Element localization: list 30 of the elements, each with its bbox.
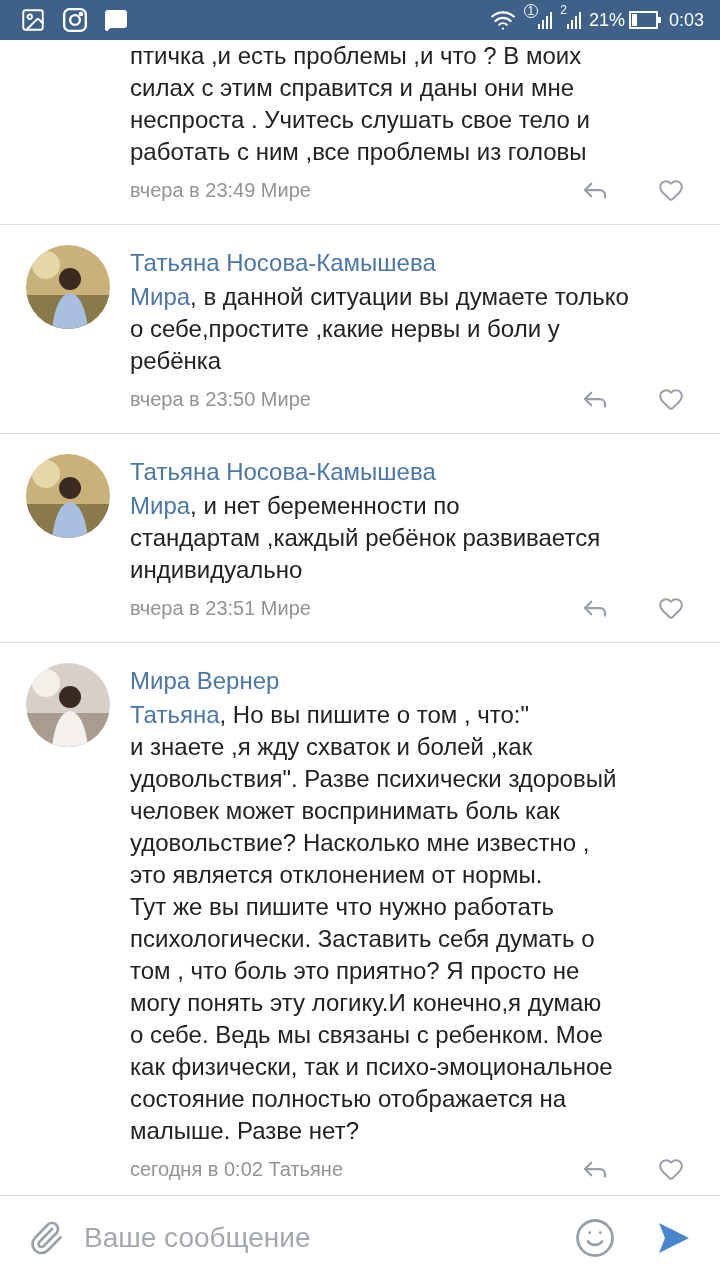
mention-link[interactable]: Мира: [130, 283, 191, 310]
battery-icon: [628, 11, 661, 29]
comment-text: птичка ,и есть проблемы ,и что ? В моих силах с этим справится и даны они мне неспроста . Учитесь слушать свое тело и работать с ним ,все проблемы из головы: [130, 41, 591, 167]
signal-icon: [566, 11, 581, 29]
like-icon[interactable]: [658, 386, 684, 412]
like-icon[interactable]: [658, 1156, 684, 1182]
image-icon: [20, 7, 46, 33]
chat-icon: [104, 8, 128, 32]
signal-icon: [538, 11, 553, 29]
emoji-icon[interactable]: [574, 1217, 616, 1259]
camera-icon: [62, 7, 88, 33]
like-icon[interactable]: [658, 595, 684, 621]
comment-meta: вчера в 23:50 Мире: [130, 387, 312, 412]
comment-text: Мира, и нет беременности по стандартам ,каждый ребёнок развивается индивидуально: [130, 491, 602, 585]
author-name[interactable]: Мира Вернер: [130, 663, 684, 699]
mention-link[interactable]: Мира: [130, 492, 191, 519]
like-icon[interactable]: [658, 177, 684, 203]
comment-meta: вчера в 23:49 Мире: [130, 178, 312, 203]
comment-text: Мира, в данной ситуации вы думаете только о себе,простите ,какие нервы и боли у ребёнка: [130, 282, 630, 376]
attach-icon[interactable]: [28, 1220, 64, 1256]
battery-percent: 21%: [588, 8, 625, 32]
comment-text: Татьяна, Но вы пишите о том , что:" и знаете ,я жду схваток и болей ,как удовольствия". Разве психически здоровый человек может воспринимать боль как удовольствие? Насколько мне известно , это является отклонением от нормы. Тут же вы пишите что нужно работать психологически. Заставить себя думать о том , что боль это приятно? Я просто не могу понять эту логику.И конечно,я думаю о себе. Ведь мы связаны с ребенком. Мое как физически, так и психо-эмоциональное состояние полностью отображается на малыше. Разве нет?: [130, 700, 618, 1146]
author-name[interactable]: Татьяна Носова-Камышева: [130, 454, 684, 490]
mention-link[interactable]: Татьяна: [130, 701, 220, 728]
clock: 0:03: [668, 8, 704, 32]
author-name[interactable]: Татьяна Носова-Камышева: [130, 245, 684, 281]
message-input[interactable]: Ваше сообщение: [84, 1217, 554, 1259]
sim-label: 2: [560, 4, 567, 16]
comment-meta: сегодня в 0:02 Татьяне: [130, 1157, 344, 1182]
comment-meta: вчера в 23:51 Мире: [130, 596, 312, 621]
